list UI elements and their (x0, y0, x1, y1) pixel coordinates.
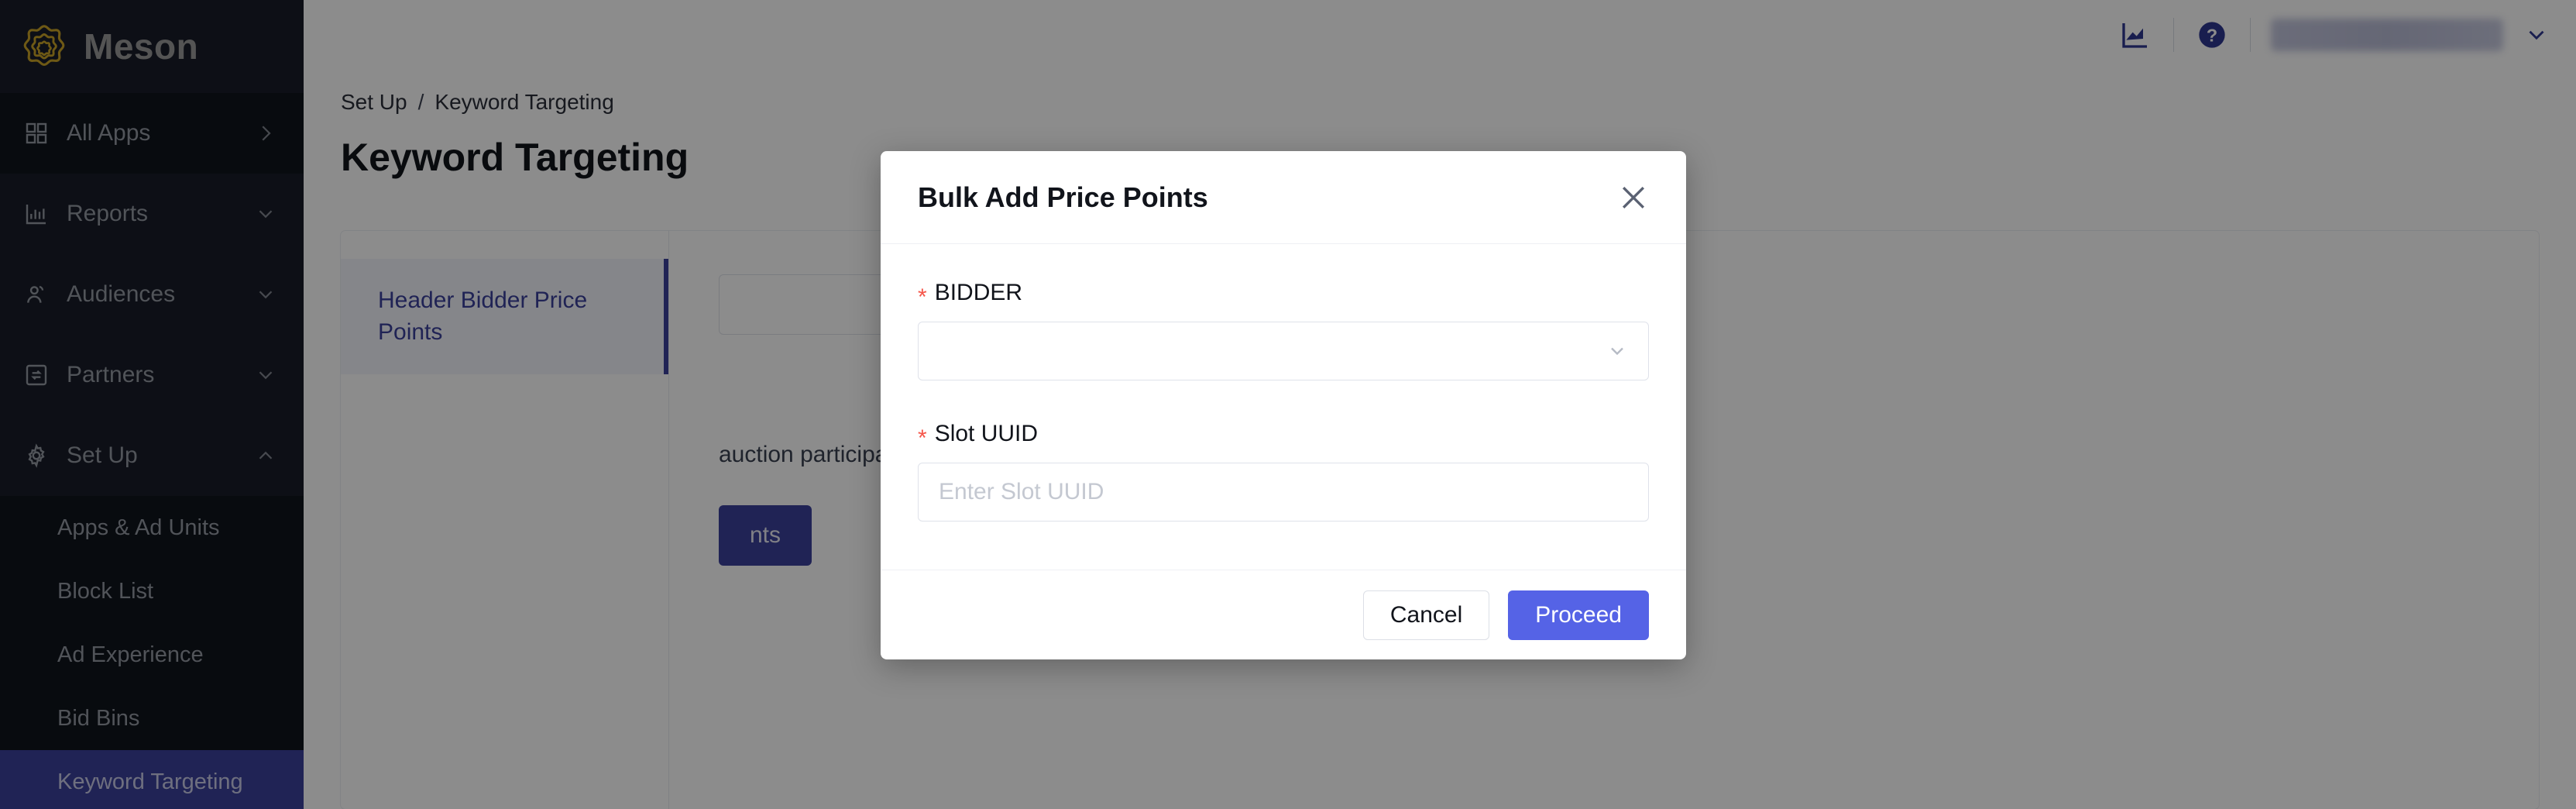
required-marker: * (918, 425, 927, 451)
chevron-down-icon (1606, 340, 1628, 362)
app-root: Set Up / Keyword Targeting Keyword Targe… (0, 0, 2576, 809)
field-spacer (918, 380, 1649, 421)
field-label-text: Slot UUID (934, 421, 1039, 446)
close-icon[interactable] (1616, 181, 1650, 215)
dialog-footer: Cancel Proceed (881, 570, 1686, 659)
dialog-title: Bulk Add Price Points (918, 181, 1208, 213)
dialog-body: * BIDDER * Slot UUID (881, 244, 1686, 570)
slot-uuid-field-label: * Slot UUID (918, 421, 1649, 451)
bidder-field-label: * BIDDER (918, 280, 1649, 310)
bulk-add-price-points-dialog: Bulk Add Price Points * BIDDER * Slot UU… (881, 151, 1686, 659)
required-marker: * (918, 284, 927, 310)
cancel-button[interactable]: Cancel (1362, 590, 1490, 640)
dialog-header: Bulk Add Price Points (881, 151, 1686, 244)
field-label-text: BIDDER (934, 280, 1023, 305)
proceed-button[interactable]: Proceed (1508, 590, 1649, 640)
slot-uuid-input[interactable] (918, 463, 1649, 522)
bidder-select[interactable] (918, 322, 1649, 380)
